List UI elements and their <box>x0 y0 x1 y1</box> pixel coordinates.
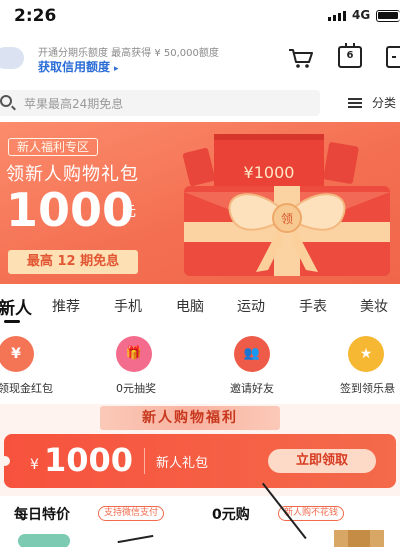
daily-deal-section[interactable]: 每日特价 支持微信支付 <box>4 500 194 547</box>
promo-ribbon: 新人购物福利 <box>100 406 280 430</box>
battery-icon <box>376 10 400 22</box>
zero-buy-title: 0元购 <box>212 507 250 523</box>
quick-entry-label: 邀请好友 <box>230 382 274 395</box>
tab-recommend[interactable]: 推荐 <box>52 296 80 316</box>
calendar-icon[interactable]: 6 <box>338 43 362 68</box>
daily-deal-title: 每日特价 <box>14 507 70 523</box>
envelope-seal: 领 <box>281 212 293 226</box>
quick-entry-label: 签到领乐悬 <box>340 382 395 395</box>
tab-watch[interactable]: 手表 <box>299 296 327 316</box>
category-button[interactable]: 分类 <box>336 92 400 114</box>
product-thumbnail[interactable] <box>18 534 70 547</box>
credit-promo-text: 开通分期乐额度 最高获得 ¥ 50,000额度 <box>38 48 219 59</box>
get-credit-label: 获取信用额度 <box>38 60 111 74</box>
installment-badge: 最高 12 期免息 <box>8 250 138 274</box>
tab-computer[interactable]: 电脑 <box>176 296 204 316</box>
active-tab-indicator <box>4 320 20 323</box>
envelope-amount: ¥1000 <box>244 163 295 182</box>
search-placeholder: 苹果最高24期免息 <box>24 97 124 111</box>
friends-icon: 👥 <box>234 336 270 372</box>
gift-label: 新人礼包 <box>156 456 209 471</box>
newcomer-banner[interactable]: 新人福利专区 领新人购物礼包 1000 元 最高 12 期免息 ¥1000 领 <box>0 122 400 284</box>
category-label: 分类 <box>372 96 397 110</box>
quick-entry-label: 0元抽奖 <box>116 382 156 395</box>
card-notch <box>0 456 10 466</box>
menu-icon <box>348 98 362 108</box>
wechat-pay-chip: 支持微信支付 <box>98 506 165 521</box>
gift-box-icon: 🎁 <box>116 336 152 372</box>
status-time: 2:26 <box>14 6 57 26</box>
star-icon: ★ <box>348 336 384 372</box>
tab-phone[interactable]: 手机 <box>114 296 142 316</box>
category-tabs: 新人 推荐 手机 电脑 运动 手表 美妆 <box>0 292 400 326</box>
gift-envelope-illustration: ¥1000 领 <box>182 134 390 276</box>
divider <box>144 448 145 474</box>
quick-entry-label: 领现金红包 <box>0 382 53 395</box>
signal-icon <box>328 11 346 21</box>
red-envelope-icon: ¥ <box>0 336 34 372</box>
newcomer-gift-card[interactable]: ¥ 1000 新人礼包 立即领取 <box>0 434 396 488</box>
search-icon <box>0 95 12 107</box>
promo-currency: ¥ <box>30 457 39 473</box>
search-input[interactable]: 苹果最高24期免息 <box>0 90 320 116</box>
cloud-avatar-icon[interactable] <box>0 47 24 69</box>
banner-amount: 1000 <box>6 183 135 237</box>
message-icon[interactable] <box>386 46 400 68</box>
banner-unit: 元 <box>122 204 136 220</box>
tab-sports[interactable]: 运动 <box>237 296 265 316</box>
get-credit-link[interactable]: 获取信用额度 ▸ <box>38 58 119 75</box>
promo-value: 1000 <box>44 441 134 479</box>
arrow-right-icon: ▸ <box>114 64 119 74</box>
network-type: 4G <box>352 8 371 22</box>
banner-tag: 新人福利专区 <box>8 138 99 156</box>
product-thumbnail[interactable] <box>334 530 384 547</box>
credit-header: 开通分期乐额度 最高获得 ¥ 50,000额度 获取信用额度 ▸ 6 <box>0 40 400 84</box>
shopping-cart-icon[interactable] <box>288 47 314 69</box>
claim-now-button[interactable]: 立即领取 <box>268 449 376 473</box>
quick-entry-row: ¥ 领现金红包 🎁 0元抽奖 👥 邀请好友 ★ 签到领乐悬 <box>0 336 400 400</box>
product-thumbnail[interactable] <box>117 534 155 547</box>
tab-newcomer[interactable]: 新人 <box>0 294 32 319</box>
zero-buy-section[interactable]: 0元购 新人购不花钱 <box>200 500 400 547</box>
tab-beauty[interactable]: 美妆 <box>360 296 388 316</box>
status-bar: 2:26 4G <box>0 0 400 32</box>
